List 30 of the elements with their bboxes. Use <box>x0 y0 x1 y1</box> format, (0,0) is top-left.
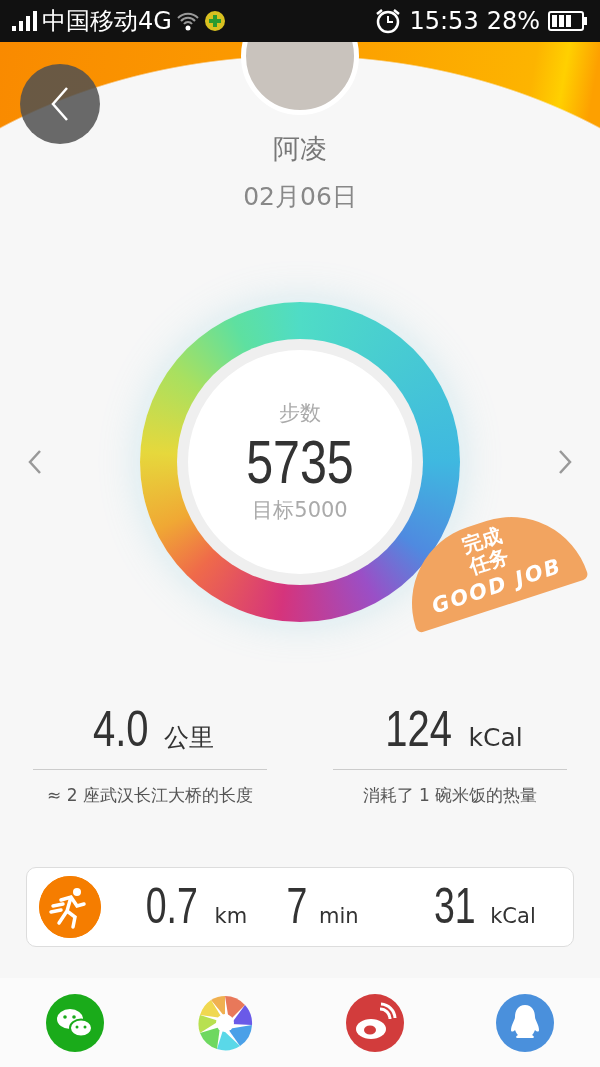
stat-value: 124 <box>385 700 453 759</box>
stat-caption: ≈ 2 座武汉长江大桥的长度 <box>46 784 254 807</box>
qq-share-button[interactable] <box>495 992 555 1053</box>
stat-value: 4.0 <box>93 700 149 759</box>
activity-value: 31 <box>433 881 476 932</box>
activity-unit: km <box>214 903 248 931</box>
activity-card[interactable]: 0.7 km 7 min 31 kCal <box>26 866 574 947</box>
activity-unit: min <box>318 903 359 931</box>
step-goal: 目标5000 <box>252 496 348 524</box>
battery-icon <box>548 11 588 31</box>
wechat-share-button[interactable] <box>45 992 105 1053</box>
step-count: 5735 <box>246 429 354 495</box>
shield-plus-icon <box>203 10 226 32</box>
runner-icon <box>39 875 101 938</box>
stat-caption: 消耗了 1 碗米饭的热量 <box>361 784 539 807</box>
alarm-icon <box>375 8 402 34</box>
clock-time: 15:53 <box>409 6 479 37</box>
date-label: 02月06日 <box>242 180 358 213</box>
wifi-icon <box>175 11 200 31</box>
activity-unit: kCal <box>490 903 536 931</box>
user-name: 阿凌 <box>272 132 328 166</box>
steps-label: 步数 <box>279 399 321 427</box>
stat-unit: 公里 <box>163 722 214 754</box>
carrier-name: 中国移动4G <box>42 6 172 37</box>
activity-value: 0.7 <box>145 881 198 932</box>
signal-icon <box>12 11 38 31</box>
stat-unit: kCal <box>468 722 523 754</box>
activity-value: 7 <box>286 881 308 932</box>
battery-percent: 28% <box>486 6 540 37</box>
weibo-share-button[interactable] <box>345 992 405 1053</box>
